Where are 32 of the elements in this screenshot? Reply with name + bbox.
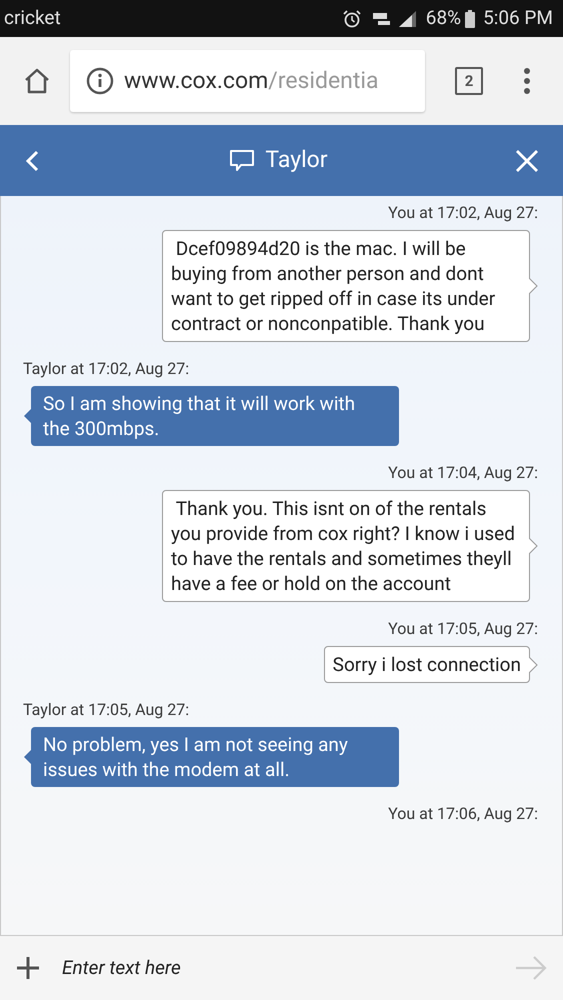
sent-message-bubble: Dcef09894d20 is the mac. I will be buying from another person and dont want to get ripped off in case its under contract or nonconpatible. Thank you	[162, 230, 530, 342]
chat-title: Taylor	[265, 145, 328, 176]
bubble-tail-icon	[23, 749, 32, 765]
sender-timestamp: You at 17:05, Aug 27:	[388, 618, 538, 640]
message-input[interactable]: Enter text here	[62, 954, 493, 982]
signal-icon	[398, 10, 418, 28]
bubble-tail-icon	[529, 656, 538, 672]
info-icon	[86, 67, 114, 95]
received-message-bubble: So I am showing that it will work with the 300mbps.	[31, 386, 399, 446]
bubble-tail-icon	[529, 538, 538, 554]
alarm-icon	[342, 8, 362, 28]
close-icon[interactable]	[515, 148, 539, 172]
sender-timestamp: Taylor at 17:05, Aug 27:	[23, 699, 190, 721]
add-icon[interactable]	[16, 956, 40, 980]
bubble-tail-icon	[23, 408, 32, 424]
clock: 5:06 PM	[483, 5, 553, 32]
url-text: www.cox.com/residentia	[124, 66, 378, 96]
menu-icon[interactable]	[523, 67, 531, 95]
battery-percent: 68%	[426, 5, 462, 32]
carrier-name: cricket	[4, 5, 61, 32]
sent-message-bubble: Thank you. This isnt on of the rentals you provide from cox right? I know i used to have the rentals and sometimes theyll have a fee or hold on the account	[162, 490, 530, 602]
speech-bubble-icon	[229, 148, 256, 174]
received-message-bubble: No problem, yes I am not seeing any issues with the modem at all.	[31, 727, 399, 787]
bubble-tail-icon	[529, 278, 538, 294]
battery-icon	[465, 10, 476, 28]
sender-timestamp: Taylor at 17:02, Aug 27:	[23, 358, 190, 380]
address-bar[interactable]: www.cox.com/residentia	[70, 50, 425, 112]
tab-count-button[interactable]: 2	[455, 67, 483, 95]
sender-timestamp: You at 17:06, Aug 27:	[388, 803, 538, 825]
sender-timestamp: You at 17:04, Aug 27:	[388, 462, 538, 484]
sender-timestamp: You at 17:02, Aug 27:	[388, 202, 538, 224]
sent-message-bubble: Sorry i lost connection	[324, 646, 530, 683]
